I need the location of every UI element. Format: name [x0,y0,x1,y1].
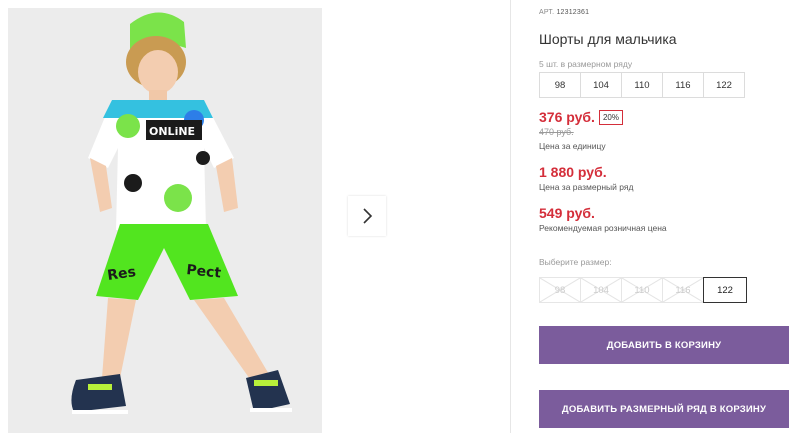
size-option-disabled[interactable]: 104 [580,277,622,303]
size-option-label: 98 [554,284,566,296]
row-price: 1 880 руб. [539,164,607,180]
add-to-cart-button[interactable]: ДОБАВИТЬ В КОРЗИНУ [539,326,789,364]
pack-size-cell: 116 [662,72,704,98]
pack-note: 5 шт. в размерном ряду [539,59,633,69]
size-selector: 98 104 110 116 122 [539,277,747,303]
product-info: АРТ. 12312361 Шорты для мальчика 5 шт. в… [539,0,794,433]
article-value: 12312361 [556,9,590,16]
unit-price: 376 руб. [539,109,595,125]
vertical-divider [510,0,511,433]
retail-price: 549 руб. [539,205,595,221]
size-option-label: 104 [593,284,609,296]
price-row: 376 руб. 20% [539,109,623,125]
size-option-disabled[interactable]: 98 [539,277,581,303]
pack-size-cell: 98 [539,72,581,98]
pack-size-cell: 104 [580,72,622,98]
chevron-right-icon [363,208,373,224]
size-option-selected[interactable]: 122 [703,277,747,303]
product-gallery: ONLiNE Res Pect [0,0,510,433]
size-option-disabled[interactable]: 110 [621,277,663,303]
size-option-label: 116 [675,284,691,296]
article-number: АРТ. 12312361 [539,9,589,16]
pack-size-cell: 122 [703,72,745,98]
product-title: Шорты для мальчика [539,31,677,47]
size-option-label: 122 [717,284,733,296]
add-size-row-to-cart-button[interactable]: ДОБАВИТЬ РАЗМЕРНЫЙ РЯД В КОРЗИНУ [539,390,789,428]
size-option-label: 110 [634,284,650,296]
unit-price-label: Цена за единицу [539,141,606,151]
choose-size-label: Выберите размер: [539,257,612,267]
row-price-label: Цена за размерный ряд [539,182,634,192]
pack-size-grid: 98 104 110 116 122 [539,72,745,98]
boy-photo-illustration: ONLiNE Res Pect [8,8,322,433]
retail-price-label: Рекомендуемая розничная цена [539,223,667,233]
discount-badge: 20% [598,109,623,125]
old-price: 470 руб. [539,127,574,137]
product-photo[interactable]: ONLiNE Res Pect [8,8,322,433]
gallery-next-button[interactable] [348,196,386,236]
pack-size-cell: 110 [621,72,663,98]
article-label: АРТ. [539,9,555,16]
size-option-disabled[interactable]: 116 [662,277,704,303]
shirt-print-text: ONLiNE [149,125,195,138]
